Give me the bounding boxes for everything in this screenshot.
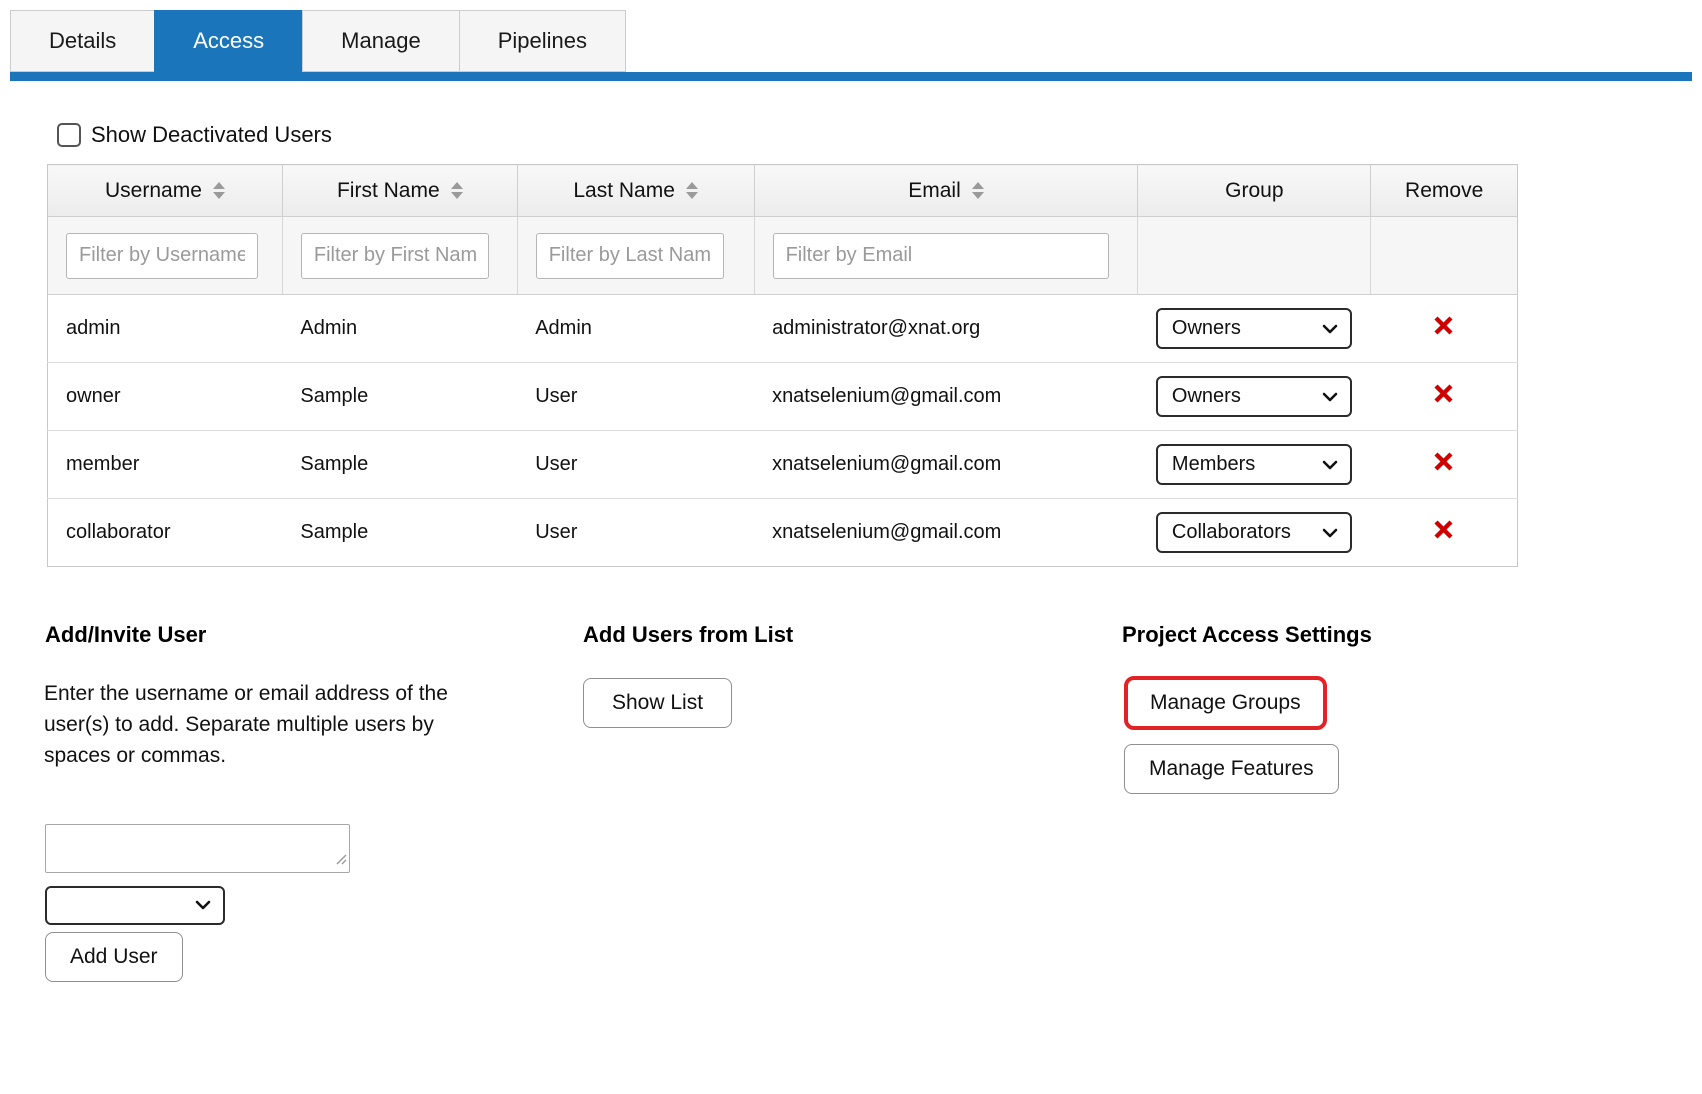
- filter-last-name-input[interactable]: [536, 233, 724, 279]
- group-select[interactable]: Owners: [1156, 308, 1352, 349]
- tab-manage[interactable]: Manage: [302, 10, 459, 72]
- group-select[interactable]: Collaborators: [1156, 512, 1352, 553]
- filter-first-name-input[interactable]: [301, 233, 489, 279]
- table-row: admin Admin Admin administrator@xnat.org…: [48, 295, 1518, 363]
- tab-bar: Details Access Manage Pipelines: [10, 10, 626, 72]
- table-filter-row: [48, 217, 1518, 295]
- group-select-value: Owners: [1172, 385, 1241, 408]
- column-label: Remove: [1405, 179, 1483, 203]
- first-name-cell: Sample: [282, 431, 517, 499]
- remove-user-icon[interactable]: [1433, 383, 1454, 404]
- column-label: Last Name: [573, 179, 675, 203]
- table-row: collaborator Sample User xnatselenium@gm…: [48, 499, 1518, 567]
- column-header-group: Group: [1138, 165, 1371, 217]
- first-name-cell: Admin: [282, 295, 517, 363]
- add-user-button[interactable]: Add User: [45, 932, 183, 982]
- add-invite-user-description: Enter the username or email address of t…: [44, 678, 474, 771]
- tab-pipelines[interactable]: Pipelines: [459, 10, 626, 72]
- column-label: Email: [908, 179, 961, 203]
- group-select-value: Collaborators: [1172, 521, 1291, 544]
- email-cell: xnatselenium@gmail.com: [754, 431, 1138, 499]
- first-name-cell: Sample: [282, 499, 517, 567]
- column-header-first-name[interactable]: First Name: [282, 165, 517, 217]
- show-deactivated-label: Show Deactivated Users: [91, 122, 332, 148]
- email-cell: administrator@xnat.org: [754, 295, 1138, 363]
- username-cell: collaborator: [48, 499, 283, 567]
- table-header-row: Username First Name Last Name Email Grou…: [48, 165, 1518, 217]
- column-header-remove: Remove: [1371, 165, 1518, 217]
- column-label: Username: [105, 179, 202, 203]
- chevron-down-icon: [1322, 392, 1338, 402]
- group-select[interactable]: Members: [1156, 444, 1352, 485]
- add-invite-user-title: Add/Invite User: [45, 622, 206, 648]
- group-cell: Members: [1138, 431, 1371, 499]
- group-cell: Collaborators: [1138, 499, 1371, 567]
- remove-user-icon[interactable]: [1433, 519, 1454, 540]
- last-name-cell: Admin: [517, 295, 754, 363]
- tab-access[interactable]: Access: [154, 10, 302, 72]
- username-cell: owner: [48, 363, 283, 431]
- invite-users-textarea[interactable]: [45, 824, 350, 873]
- show-deactivated-checkbox[interactable]: [57, 123, 81, 147]
- column-header-last-name[interactable]: Last Name: [517, 165, 754, 217]
- manage-features-button[interactable]: Manage Features: [1124, 744, 1339, 794]
- column-label: Group: [1225, 179, 1283, 203]
- chevron-down-icon: [1322, 324, 1338, 334]
- filter-email-input[interactable]: [773, 233, 1109, 279]
- active-tab-accent-bar: [10, 72, 1692, 81]
- last-name-cell: User: [517, 431, 754, 499]
- project-access-settings-title: Project Access Settings: [1122, 622, 1372, 648]
- last-name-cell: User: [517, 499, 754, 567]
- column-header-username[interactable]: Username: [48, 165, 283, 217]
- remove-user-icon[interactable]: [1433, 315, 1454, 336]
- sort-icon: [213, 182, 225, 199]
- manage-groups-button[interactable]: Manage Groups: [1124, 676, 1327, 730]
- invite-group-select[interactable]: [45, 886, 225, 925]
- sort-icon: [451, 182, 463, 199]
- table-row: owner Sample User xnatselenium@gmail.com…: [48, 363, 1518, 431]
- chevron-down-icon: [195, 897, 211, 915]
- show-list-button[interactable]: Show List: [583, 678, 732, 728]
- group-select-value: Members: [1172, 453, 1255, 476]
- group-cell: Owners: [1138, 295, 1371, 363]
- chevron-down-icon: [1322, 460, 1338, 470]
- filter-username-input[interactable]: [66, 233, 258, 279]
- group-select[interactable]: Owners: [1156, 376, 1352, 417]
- remove-user-icon[interactable]: [1433, 451, 1454, 472]
- show-deactivated-row: Show Deactivated Users: [57, 122, 332, 148]
- email-cell: xnatselenium@gmail.com: [754, 363, 1138, 431]
- table-row: member Sample User xnatselenium@gmail.co…: [48, 431, 1518, 499]
- users-table: Username First Name Last Name Email Grou…: [47, 164, 1518, 567]
- column-header-email[interactable]: Email: [754, 165, 1138, 217]
- sort-icon: [686, 182, 698, 199]
- chevron-down-icon: [1322, 528, 1338, 538]
- group-select-value: Owners: [1172, 317, 1241, 340]
- column-label: First Name: [337, 179, 440, 203]
- username-cell: member: [48, 431, 283, 499]
- username-cell: admin: [48, 295, 283, 363]
- first-name-cell: Sample: [282, 363, 517, 431]
- invite-textarea-wrap: [45, 824, 350, 873]
- group-cell: Owners: [1138, 363, 1371, 431]
- last-name-cell: User: [517, 363, 754, 431]
- tab-details[interactable]: Details: [10, 10, 154, 72]
- sort-icon: [972, 182, 984, 199]
- add-users-from-list-title: Add Users from List: [583, 622, 793, 648]
- email-cell: xnatselenium@gmail.com: [754, 499, 1138, 567]
